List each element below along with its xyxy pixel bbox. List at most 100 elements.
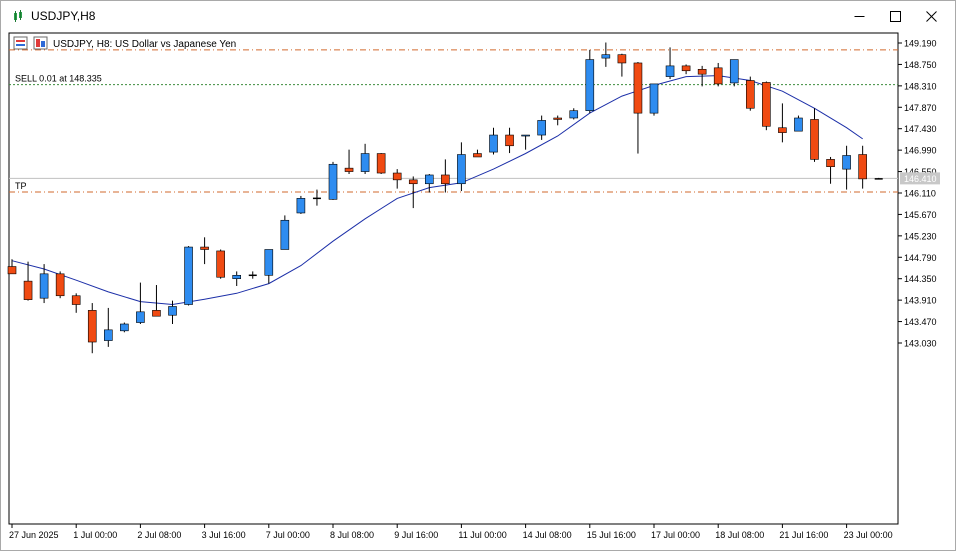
bear-candle-body <box>633 62 643 114</box>
chart-window: USDJPY,H8 SELL 0.01 at 148.335 TP 149.190… <box>0 0 956 551</box>
y-axis-label: 143.470 <box>904 317 937 327</box>
bull-candle-body <box>39 273 49 299</box>
bear-candle-body <box>473 153 482 158</box>
bear-candle-body <box>810 119 819 160</box>
y-axis-label: 144.350 <box>904 274 937 284</box>
bear-candle-body <box>713 67 723 85</box>
window-title: USDJPY,H8 <box>31 9 96 23</box>
y-axis-label: 145.670 <box>904 210 937 220</box>
x-axis-label: 27 Jun 2025 <box>9 530 59 540</box>
bull-candle-body <box>537 120 546 136</box>
bull-candle-body <box>264 249 274 276</box>
bear-candle-body <box>762 82 771 127</box>
bear-candle-body <box>23 280 33 300</box>
candle[interactable] <box>184 246 193 306</box>
bull-candle-body <box>136 311 145 323</box>
y-axis-label: 146.110 <box>904 188 936 198</box>
symbol-description: USDJPY, H8: US Dollar vs Japanese Yen <box>53 39 236 50</box>
bull-candle-body <box>601 54 611 59</box>
depth-of-market-icon[interactable] <box>33 36 48 50</box>
bull-candle-body <box>457 154 466 185</box>
candle[interactable] <box>296 195 306 214</box>
candle[interactable] <box>216 249 225 279</box>
price-chart[interactable]: SELL 0.01 at 148.335 TP 149.190 148.750 148… <box>2 32 954 550</box>
candle[interactable] <box>585 49 595 114</box>
candle[interactable] <box>729 59 739 87</box>
bear-candle-body <box>200 246 209 250</box>
bear-candle-body <box>745 80 755 109</box>
one-click-trading-icon[interactable] <box>13 36 28 50</box>
bear-candle-body <box>858 154 867 180</box>
bear-candle-body <box>826 159 835 167</box>
bear-candle-body <box>376 153 386 174</box>
candle[interactable] <box>762 81 771 131</box>
y-axis-label: 147.430 <box>904 124 937 134</box>
chart-area[interactable]: SELL 0.01 at 148.335 TP 149.190 148.750 148… <box>2 32 954 550</box>
x-axis-label: 7 Jul 00:00 <box>266 530 310 540</box>
maximize-icon <box>889 11 901 22</box>
bear-candle-body <box>7 266 17 275</box>
y-axis-label: 143.030 <box>904 338 937 348</box>
bull-candle-body <box>521 134 530 137</box>
x-axis-label: 9 Jul 16:00 <box>394 530 438 540</box>
bear-candle-body <box>553 117 563 120</box>
bear-candle-body <box>87 310 97 343</box>
x-axis-label: 21 Jul 16:00 <box>779 530 828 540</box>
bear-candle-body <box>392 172 402 181</box>
candle[interactable] <box>649 83 659 116</box>
bull-candle-body <box>729 59 739 84</box>
x-axis-label: 14 Jul 08:00 <box>523 530 572 540</box>
candle[interactable] <box>376 153 386 175</box>
current-price-value: 146.410 <box>904 174 937 184</box>
x-axis-label: 18 Jul 08:00 <box>715 530 764 540</box>
bear-candle-body <box>408 179 418 185</box>
candle[interactable] <box>280 215 290 250</box>
close-button[interactable] <box>909 1 953 32</box>
bull-candle-body <box>360 153 370 172</box>
y-axis-label: 149.190 <box>904 39 937 49</box>
y-axis-label: 145.230 <box>904 231 937 241</box>
y-axis-label: 148.310 <box>904 81 937 91</box>
bull-candle-body <box>168 306 177 316</box>
candle[interactable] <box>55 271 65 299</box>
bear-candle-body <box>778 127 787 133</box>
bull-candle-body <box>665 65 675 77</box>
sell-order-label: SELL 0.01 at 148.335 <box>15 74 102 84</box>
bull-candle-body <box>649 83 659 114</box>
y-axis-label: 146.990 <box>904 146 937 156</box>
bear-candle-body <box>505 134 514 147</box>
bear-candle-body <box>681 65 691 72</box>
bear-candle-body <box>441 174 450 185</box>
candle[interactable] <box>794 115 803 132</box>
bull-candle-body <box>489 134 498 153</box>
x-axis-label: 3 Jul 16:00 <box>202 530 246 540</box>
bull-candle-body <box>296 198 306 214</box>
bull-candle-body <box>424 174 434 185</box>
bull-candle-body <box>104 329 113 341</box>
candle[interactable] <box>745 76 755 111</box>
bull-candle-body <box>585 59 595 111</box>
x-axis-label: 11 Jul 00:00 <box>458 530 506 540</box>
close-icon <box>925 11 937 22</box>
x-axis-label: 17 Jul 00:00 <box>651 530 700 540</box>
x-axis-label: 1 Jul 00:00 <box>73 530 117 540</box>
x-axis-label: 2 Jul 08:00 <box>137 530 181 540</box>
y-axis-label: 147.870 <box>904 103 937 113</box>
bull-candle-body <box>794 117 803 132</box>
x-axis-label: 8 Jul 08:00 <box>330 530 374 540</box>
title-bar[interactable]: USDJPY,H8 <box>1 1 955 32</box>
bull-candle-body <box>569 110 579 119</box>
bull-candle-body <box>842 155 851 170</box>
chart-header: USDJPY, H8: US Dollar vs Japanese Yen <box>13 36 236 50</box>
bull-candle-body <box>184 246 193 305</box>
candle[interactable] <box>328 161 338 200</box>
bull-candle-body <box>280 219 290 250</box>
y-axis-label: 144.790 <box>904 253 937 263</box>
candle[interactable] <box>120 322 129 333</box>
y-axis-label: 143.910 <box>904 296 937 306</box>
bear-candle-body <box>697 68 707 75</box>
bull-candle-body <box>120 323 129 332</box>
bear-candle-body <box>216 250 225 278</box>
x-axis-label: 15 Jul 16:00 <box>587 530 636 540</box>
bear-candle-body <box>617 54 627 64</box>
